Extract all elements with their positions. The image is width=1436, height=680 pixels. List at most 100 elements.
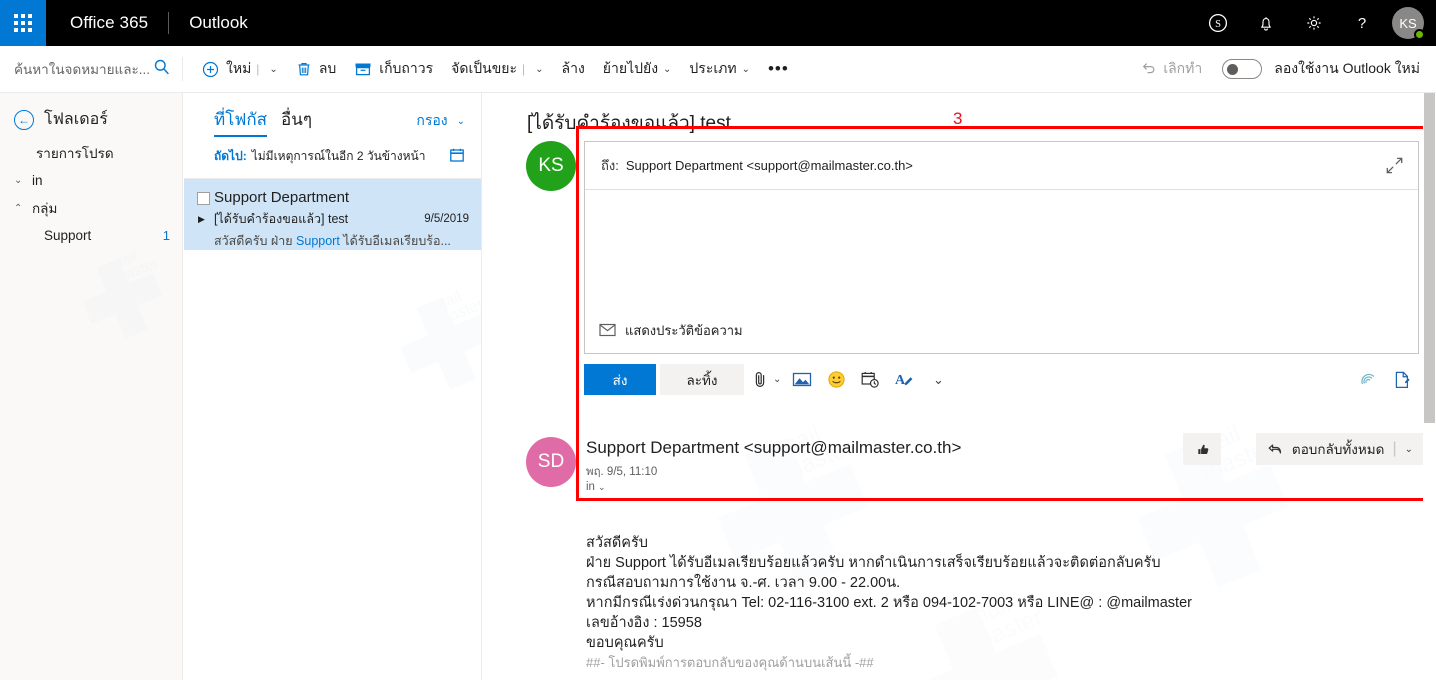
reading-pane-scrollbar[interactable] [1423,93,1436,680]
compose-toolbar-right [1351,364,1419,395]
categories-label: ประเภท [689,60,737,76]
table-row[interactable]: Support Department ▶ [ได้รับคำร้องขอแล้ว… [184,179,481,250]
move-to-label: ย้ายไปยัง [602,60,659,76]
thumbs-up-icon[interactable] [1183,433,1221,465]
chevron-up-icon[interactable]: ⌃ [14,203,32,214]
app-launcher-button[interactable] [0,0,46,46]
skype-icon[interactable]: S [1194,0,1242,46]
command-bar-right: เลิกทำ ลองใช้งาน Outlook ใหม่ [1140,58,1436,80]
delete-button[interactable]: ลบ [287,46,345,93]
avatar-initials: KS [1399,15,1417,31]
body-footer-note: ##- โปรดพิมพ์การตอบกลับของคุณด้านบนเส้นน… [586,655,874,670]
junk-button[interactable]: จัดเป็นขยะ | ⌄ [442,46,552,93]
back-arrow-icon[interactable]: ← [14,109,34,130]
svg-text:mail: mail [430,288,464,315]
sweep-button[interactable]: ล้าง [553,46,594,93]
annotation-marker-3: 3 [953,109,963,128]
to-field-label: ถึง: [601,158,619,173]
pivot-other[interactable]: อื่นๆ [281,106,312,133]
body-line: หากมีกรณีเร่งด่วนกรุณา Tel: 02-116-3100 … [586,595,1192,611]
emoji-smiley-icon[interactable] [823,364,849,395]
expand-diagonal-icon[interactable] [1370,142,1418,189]
envelope-icon [599,323,616,337]
compose-toolbar: ส่ง ละทิ้ง ⌄ A ⌄ [584,364,1419,395]
insert-picture-icon[interactable] [789,364,815,395]
chevron-down-icon[interactable]: ⌄ [1405,444,1413,455]
waffle-icon [14,14,32,32]
compose-body-input[interactable] [585,190,1418,308]
sidebar-group-groups-label: กลุ่ม [32,201,58,216]
reply-split-pipe: | [1392,440,1397,457]
pivot-focused[interactable]: ที่โฟกัส [214,106,268,137]
chevron-down-icon: ⌄ [663,63,672,75]
more-commands-button[interactable]: ••• [759,46,798,93]
svg-text:A: A [895,373,906,388]
chevron-down-icon: ⌄ [456,115,465,127]
more-chevron-down-icon[interactable]: ⌄ [925,364,951,395]
chevron-down-icon[interactable]: ⌄ [535,64,543,75]
folders-header[interactable]: ← โฟลเดอร์ [0,93,182,132]
sidebar-group-in[interactable]: ⌄ in [0,164,182,188]
help-question-icon[interactable]: ? [1338,0,1386,46]
toggle-switch[interactable] [1222,59,1263,79]
attach-paperclip-icon[interactable]: ⌄ [752,364,781,395]
account-avatar[interactable]: KS [1392,7,1425,40]
to-field-value: Support Department <support@mailmaster.c… [625,158,913,173]
compose-form: ถึง: Support Department <support@mailmas… [584,141,1419,354]
sidebar-item-support[interactable]: Support 1 [0,219,182,243]
move-to-button[interactable]: ย้ายไปยัง ⌄ [594,46,681,93]
svg-text:S: S [1215,19,1221,30]
filter-button[interactable]: กรอง ⌄ [416,110,465,132]
sidebar-item-favorites[interactable]: รายการโปรด [0,132,182,164]
reply-all-button[interactable]: ตอบกลับทั้งหมด | ⌄ [1255,433,1423,465]
loop-swirl-icon[interactable] [1351,364,1385,395]
reply-all-icon [1267,442,1284,457]
categories-button[interactable]: ประเภท ⌄ [680,46,759,93]
svg-text:mail: mail [108,248,140,274]
next-event-label: ถัดไป: [214,149,247,163]
folders-title: โฟลเดอร์ [44,111,108,128]
expand-thread-icon[interactable]: ▶ [198,214,205,225]
try-new-outlook-label: ลองใช้งาน Outlook ใหม่ [1274,60,1420,76]
archive-label: เก็บถาวร [379,60,434,76]
message-date: 9/5/2019 [424,213,469,225]
message-folder-chip[interactable]: in ⌄ [586,481,606,493]
preview-part-2: ได้รับอีเมลเรียบร้อ... [339,234,451,248]
discard-button[interactable]: ละทิ้ง [660,364,744,395]
search-input[interactable]: ค้นหาในจดหมายและ... [0,46,182,93]
sidebar-group-groups[interactable]: ⌃ กลุ่ม [0,188,182,219]
chevron-down-icon[interactable]: ⌄ [773,374,781,385]
body-line: ฝ่าย Support ได้รับอีเมลเรียบร้อยแล้วครั… [586,555,1161,571]
notification-bell-icon[interactable] [1242,0,1290,46]
calendar-icon[interactable] [449,147,465,166]
message-subject-row: ▶ [ได้รับคำร้องขอแล้ว] test 9/5/2019 [198,209,469,229]
preview-part-1: สวัสดีครับ ฝ่าย [214,234,297,248]
new-mail-button[interactable]: ใหม่ | ⌄ [193,46,287,93]
chevron-down-icon[interactable]: ⌄ [14,175,32,186]
schedule-calendar-clock-icon[interactable] [857,364,883,395]
svg-text:master: master [111,255,160,288]
send-button[interactable]: ส่ง [584,364,656,395]
junk-split-pipe: | [522,62,526,76]
undo-button[interactable]: เลิกทำ [1140,58,1202,80]
settings-gear-icon[interactable] [1290,0,1338,46]
chevron-down-icon: ⌄ [597,481,606,492]
page-title: [ได้รับคำร้องขอแล้ว] test [527,113,731,134]
scrollbar-thumb[interactable] [1424,93,1435,423]
archive-button[interactable]: เก็บถาวร [345,46,442,93]
app-name-label: Outlook [189,13,248,32]
discard-label: ละทิ้ง [686,372,718,388]
suite-header: Office 365 Outlook S ? KS [0,0,1436,46]
message-from: Support Department <support@mailmaster.c… [586,438,962,457]
chevron-down-icon[interactable]: ⌄ [269,64,277,75]
compose-to-row[interactable]: ถึง: Support Department <support@mailmas… [585,142,1418,190]
formatting-pen-icon[interactable]: A [891,364,917,395]
draft-page-icon[interactable] [1385,364,1419,395]
message-folder-label: in [586,481,595,493]
next-event-text: ไม่มีเหตุการณ์ในอีก 2 วันข้างหน้า [251,149,426,163]
message-checkbox[interactable] [197,192,210,205]
message-sender: Support Department [214,189,350,206]
try-new-outlook-toggle[interactable]: ลองใช้งาน Outlook ใหม่ [1222,58,1420,80]
compose-avatar: KS [526,141,576,191]
show-message-history-button[interactable]: แสดงประวัติข้อความ [585,308,1418,352]
